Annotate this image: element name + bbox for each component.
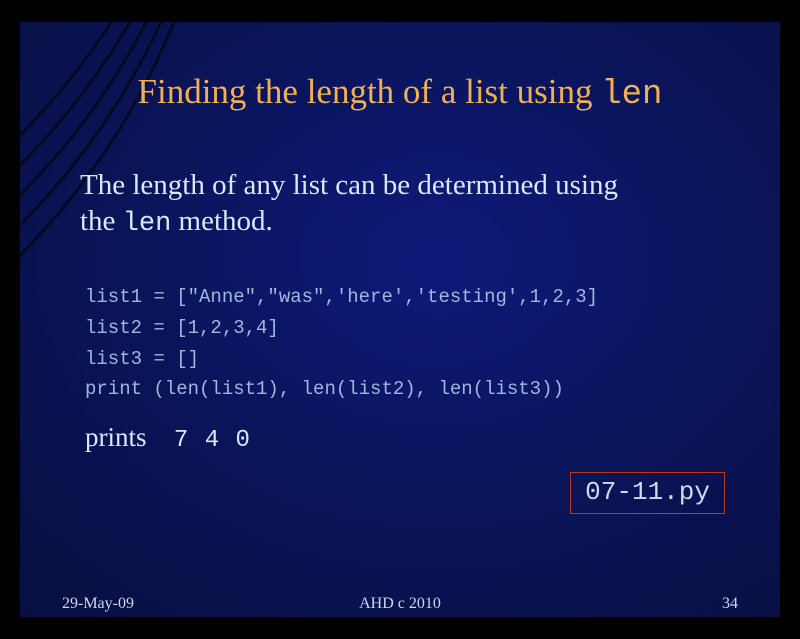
title-text: Finding the length of a list using: [138, 72, 602, 111]
body-line2-code: len: [123, 209, 172, 239]
body-text: The length of any list can be determined…: [80, 167, 740, 242]
prints-label: prints: [85, 422, 147, 452]
file-name: 07-11.py: [585, 477, 710, 507]
title-code: len: [601, 76, 662, 114]
footer-author: AHD c 2010: [20, 595, 780, 613]
code-block: list1 = ["Anne","was",'here','testing',1…: [85, 282, 740, 405]
body-line2-suffix: method.: [171, 205, 273, 237]
code-line-2: list2 = [1,2,3,4]: [85, 317, 279, 339]
code-line-1: list1 = ["Anne","was",'here','testing',1…: [85, 286, 598, 308]
slide-content: Finding the length of a list using len T…: [20, 22, 780, 617]
body-line1: The length of any list can be determined…: [80, 169, 618, 201]
output-line: prints 7 4 0: [85, 422, 251, 454]
prints-output: 7 4 0: [159, 427, 251, 454]
slide-number: 34: [722, 595, 738, 613]
file-reference-box: 07-11.py: [570, 472, 725, 514]
body-line2-prefix: the: [80, 205, 123, 237]
code-line-4: print (len(list1), len(list2), len(list3…: [85, 378, 564, 400]
slide: Finding the length of a list using len T…: [20, 22, 780, 617]
code-line-3: list3 = []: [85, 348, 199, 370]
slide-title: Finding the length of a list using len: [20, 72, 780, 114]
